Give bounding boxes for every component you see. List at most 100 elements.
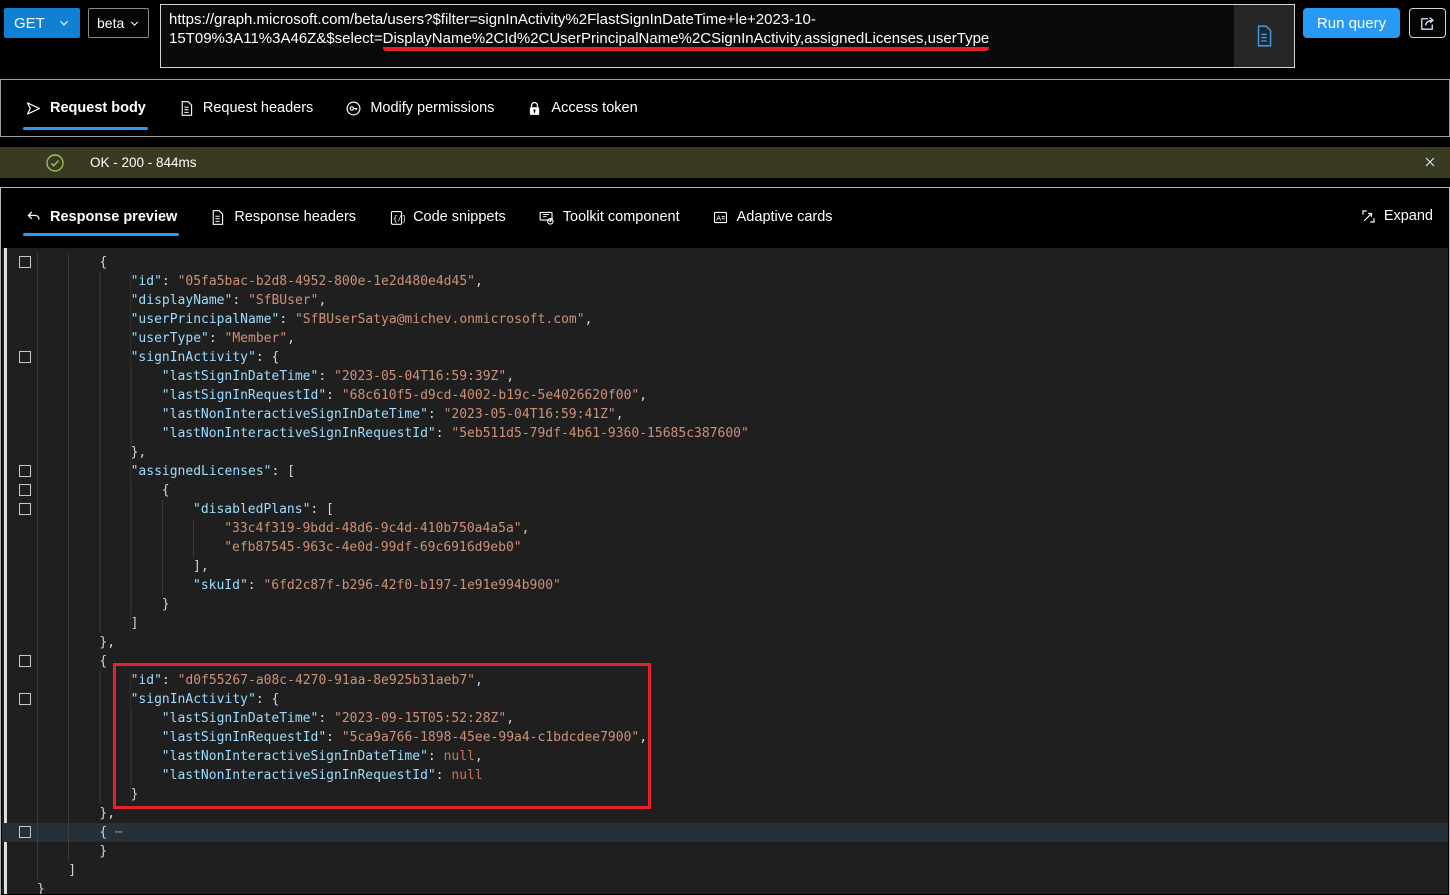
send-icon	[25, 100, 42, 117]
code-gutter	[2, 652, 37, 671]
code-line: "lastSignInDateTime": "2023-09-15T05:52:…	[2, 709, 1448, 728]
code-editor-lines: {"id": "05fa5bac-b2d8-4952-800e-1e2d480e…	[2, 253, 1448, 894]
code-line: ]	[2, 614, 1448, 633]
code-line: }	[2, 595, 1448, 614]
undo-icon	[25, 209, 42, 226]
code-gutter	[2, 291, 37, 310]
code-gutter	[2, 462, 37, 481]
code-line: }	[2, 785, 1448, 804]
code-line: "lastNonInteractiveSignInDateTime": "202…	[2, 405, 1448, 424]
code-line: "lastSignInRequestId": "5ca9a766-1898-45…	[2, 728, 1448, 747]
sample-queries-button[interactable]	[1234, 5, 1294, 67]
query-url-text: https://graph.microsoft.com/beta/users?$…	[161, 5, 1232, 67]
tab-toolkit-component[interactable]: Toolkit component	[536, 188, 682, 246]
code-line: "lastSignInRequestId": "68c610f5-d9cd-40…	[2, 386, 1448, 405]
lock-icon	[526, 100, 543, 117]
tab-request-body[interactable]: Request body	[23, 80, 148, 136]
code-line: ]	[2, 861, 1448, 880]
status-message: OK - 200 - 844ms	[90, 155, 197, 170]
adaptive-cards-icon: A	[712, 209, 729, 226]
code-line: {	[2, 253, 1448, 272]
http-method-dropdown[interactable]: GET	[4, 8, 80, 38]
code-gutter	[2, 633, 37, 652]
fold-toggle-icon[interactable]	[19, 465, 31, 477]
code-line: "id": "d0f55267-a08c-4270-91aa-8e925b31a…	[2, 671, 1448, 690]
code-gutter	[2, 481, 37, 500]
fold-toggle-icon[interactable]	[19, 503, 31, 515]
tab-response-preview[interactable]: Response preview	[23, 188, 179, 246]
tab-response-headers[interactable]: Response headers	[207, 188, 358, 246]
code-gutter	[2, 690, 37, 709]
code-gutter	[2, 671, 37, 690]
code-line: {	[2, 652, 1448, 671]
fold-toggle-icon[interactable]	[19, 693, 31, 705]
tab-request-headers[interactable]: Request headers	[176, 80, 315, 136]
query-url-input[interactable]: https://graph.microsoft.com/beta/users?$…	[160, 4, 1295, 68]
code-line: }	[2, 842, 1448, 861]
code-gutter	[2, 272, 37, 291]
code-gutter	[2, 880, 37, 894]
close-icon[interactable]	[1422, 154, 1438, 170]
response-panel: Response preview Response headers {/} Co…	[0, 187, 1450, 895]
code-gutter	[2, 842, 37, 861]
code-gutter	[2, 785, 37, 804]
fold-toggle-icon[interactable]	[19, 484, 31, 496]
code-line: {	[2, 481, 1448, 500]
code-line: "efb87545-963c-4e0d-99df-69c6916d9eb0"	[2, 538, 1448, 557]
api-version-dropdown[interactable]: beta	[88, 8, 149, 38]
fold-toggle-icon[interactable]	[19, 826, 31, 838]
fold-toggle-icon[interactable]	[19, 351, 31, 363]
expand-icon	[1360, 208, 1377, 225]
code-snippets-icon: {/}	[388, 209, 405, 226]
request-tabs-panel: Request body Request headers Modify perm…	[0, 79, 1450, 137]
code-gutter	[2, 367, 37, 386]
chevron-down-icon	[129, 18, 140, 29]
tab-adaptive-cards[interactable]: A Adaptive cards	[710, 188, 835, 246]
response-preview-editor[interactable]: {"id": "05fa5bac-b2d8-4952-800e-1e2d480e…	[2, 248, 1448, 894]
share-icon	[1418, 14, 1437, 33]
document-icon	[209, 209, 226, 226]
fold-toggle-icon[interactable]	[19, 655, 31, 667]
tab-access-token[interactable]: Access token	[524, 80, 639, 136]
code-gutter	[2, 728, 37, 747]
code-line: }	[2, 880, 1448, 894]
code-line: "skuId": "6fd2c87f-b296-42f0-b197-1e91e9…	[2, 576, 1448, 595]
code-line: "displayName": "SfBUser",	[2, 291, 1448, 310]
code-line: "userType": "Member",	[2, 329, 1448, 348]
code-line: "33c4f319-9bdd-48d6-9c4d-410b750a4a5a",	[2, 519, 1448, 538]
response-status-bar: OK - 200 - 844ms	[0, 147, 1450, 178]
code-line: "lastSignInDateTime": "2023-05-04T16:59:…	[2, 367, 1448, 386]
code-line: },	[2, 804, 1448, 823]
code-line: "lastNonInteractiveSignInRequestId": "5e…	[2, 424, 1448, 443]
code-gutter	[2, 519, 37, 538]
run-query-button[interactable]: Run query	[1303, 8, 1400, 38]
code-gutter	[2, 557, 37, 576]
code-gutter	[2, 253, 37, 272]
code-line: "disabledPlans": [	[2, 500, 1448, 519]
tab-modify-permissions[interactable]: Modify permissions	[343, 80, 496, 136]
code-line: "lastNonInteractiveSignInDateTime": null…	[2, 747, 1448, 766]
tab-code-snippets[interactable]: {/} Code snippets	[386, 188, 508, 246]
expand-button[interactable]: Expand	[1360, 188, 1433, 244]
code-gutter	[2, 804, 37, 823]
code-gutter	[2, 823, 37, 842]
query-url-line1: https://graph.microsoft.com/beta/users?$…	[169, 10, 1228, 29]
fold-toggle-icon[interactable]	[19, 256, 31, 268]
svg-text:A: A	[716, 213, 721, 222]
code-line: "userPrincipalName": "SfBUserSatya@miche…	[2, 310, 1448, 329]
code-gutter	[2, 405, 37, 424]
code-gutter	[2, 443, 37, 462]
code-gutter	[2, 329, 37, 348]
check-circle-icon	[45, 153, 65, 173]
document-icon	[178, 100, 195, 117]
code-gutter	[2, 500, 37, 519]
document-icon	[1253, 24, 1275, 48]
code-gutter	[2, 614, 37, 633]
code-gutter	[2, 766, 37, 785]
code-line: "signInActivity": {	[2, 690, 1448, 709]
share-query-button[interactable]	[1409, 8, 1446, 38]
code-line: },	[2, 443, 1448, 462]
code-line: "lastNonInteractiveSignInRequestId": nul…	[2, 766, 1448, 785]
chevron-down-icon	[58, 17, 70, 29]
permissions-icon	[345, 100, 362, 117]
